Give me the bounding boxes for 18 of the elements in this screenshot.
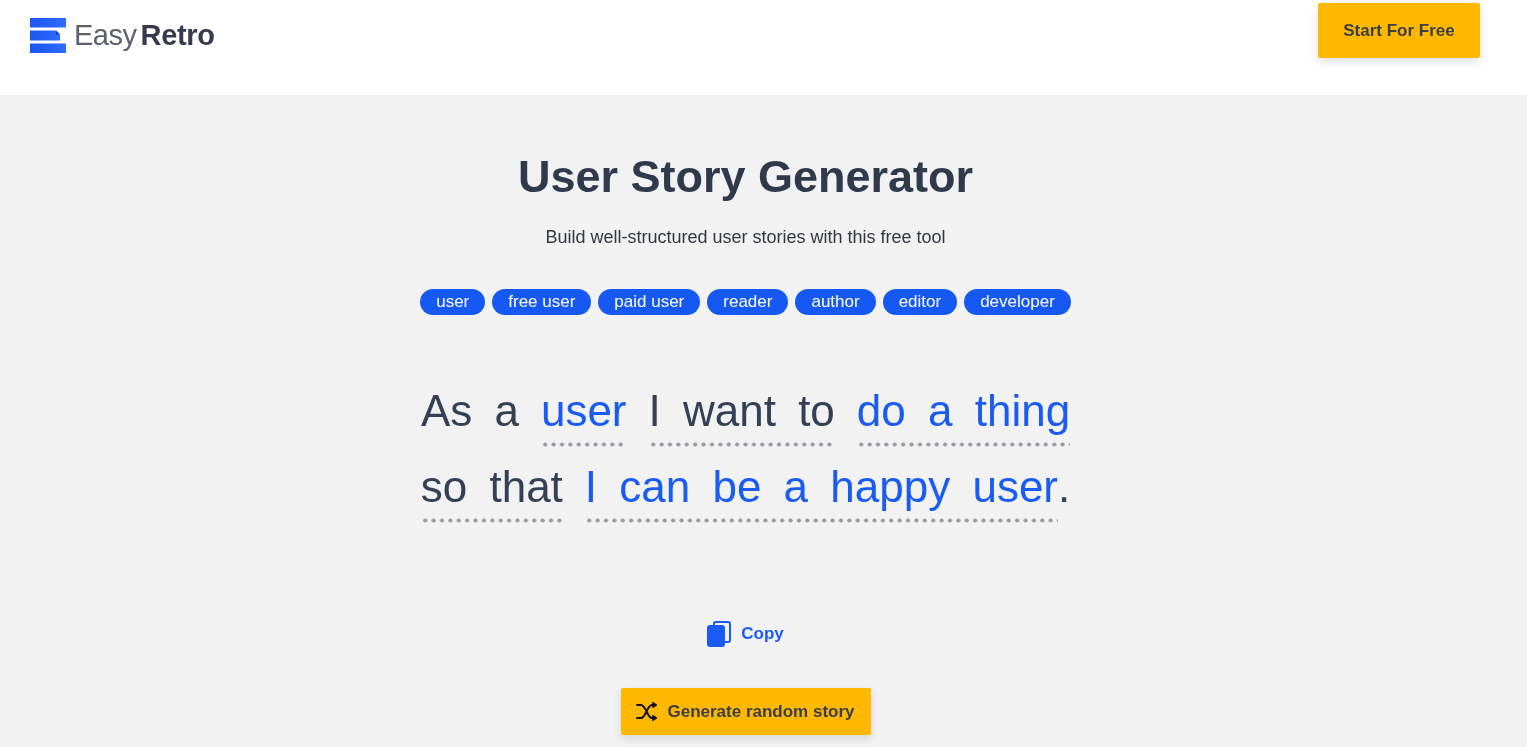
- copy-icon: [707, 621, 732, 647]
- generate-story-button[interactable]: Generate random story: [620, 688, 871, 735]
- role-tag[interactable]: user: [420, 289, 486, 315]
- story-text: .: [1058, 461, 1071, 513]
- role-tag[interactable]: reader: [707, 289, 789, 315]
- copy-button[interactable]: Copy: [707, 619, 784, 649]
- logo-icon: [30, 18, 66, 53]
- role-tag[interactable]: paid user: [598, 289, 701, 315]
- role-tag[interactable]: author: [795, 289, 876, 315]
- start-for-free-button[interactable]: Start For Free: [1318, 3, 1480, 58]
- role-tag[interactable]: free user: [492, 289, 592, 315]
- role-tag[interactable]: editor: [882, 289, 958, 315]
- role-tag[interactable]: developer: [964, 289, 1071, 315]
- story-text: As a: [420, 385, 519, 437]
- shuffle-icon: [636, 702, 659, 721]
- page-subtitle: Build well-structured user stories with this free tool: [545, 226, 946, 249]
- logo-link[interactable]: EasyRetro: [30, 18, 215, 53]
- page-title: User Story Generator: [517, 150, 974, 204]
